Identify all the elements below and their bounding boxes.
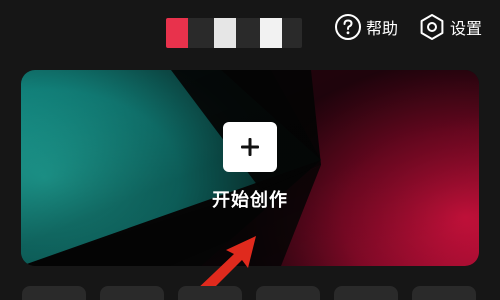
strip-segment-light (260, 18, 282, 48)
tool-tile[interactable] (412, 286, 476, 300)
start-creating-label: 开始创作 (212, 190, 288, 211)
hexagon-gear-icon (418, 13, 446, 41)
settings-label: 设置 (449, 19, 482, 38)
strip-segment-light (214, 18, 236, 48)
tool-tile[interactable] (178, 286, 242, 300)
home-screen: 帮助 设置 开始创作 (0, 0, 500, 300)
strip-segment-red (166, 18, 188, 48)
help-button[interactable]: 帮助 (334, 13, 398, 41)
top-actions: 帮助 设置 (334, 10, 482, 44)
tool-tiles-row (22, 286, 476, 300)
strip-segment-dark (236, 18, 260, 48)
help-label: 帮助 (365, 19, 398, 38)
color-strip (166, 18, 302, 48)
add-project-button[interactable] (223, 122, 277, 172)
question-circle-icon (334, 13, 362, 41)
tool-tile[interactable] (334, 286, 398, 300)
tool-tile[interactable] (100, 286, 164, 300)
settings-button[interactable]: 设置 (418, 13, 482, 41)
strip-segment-dark (282, 18, 302, 48)
tool-tile[interactable] (22, 286, 86, 300)
plus-icon (239, 136, 261, 158)
strip-segment-dark (188, 18, 214, 48)
tool-tile[interactable] (256, 286, 320, 300)
